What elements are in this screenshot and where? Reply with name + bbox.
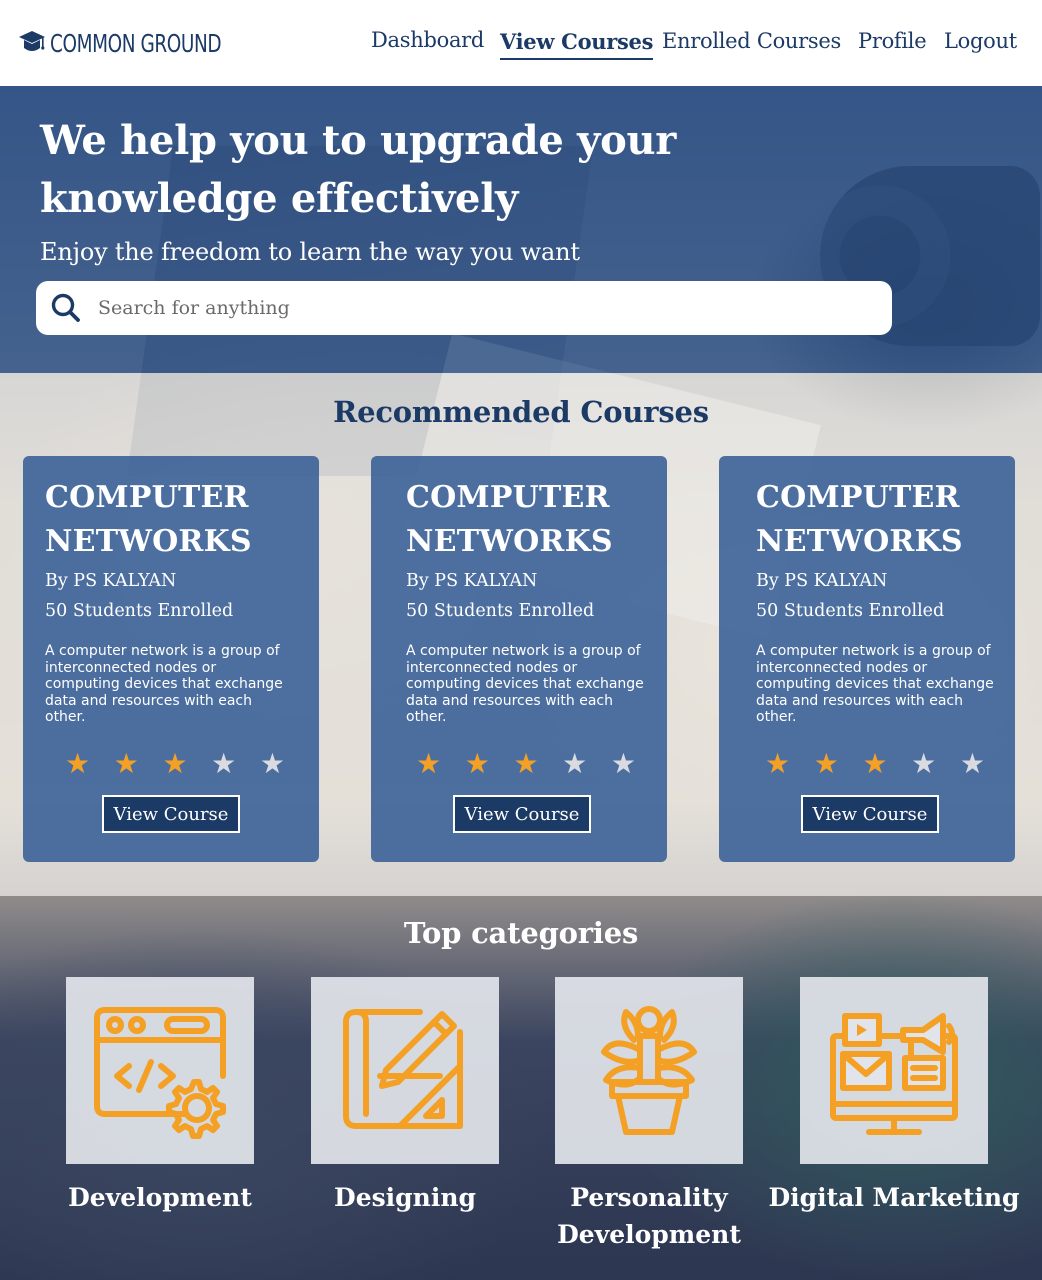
nav-view-courses[interactable]: View Courses <box>500 29 653 60</box>
star-filled-icon: ★ <box>162 747 188 780</box>
star-empty-icon: ★ <box>211 747 237 780</box>
course-enrolled-count: 50 Students Enrolled <box>756 601 945 621</box>
hero-title: We help you to upgrade your knowledge ef… <box>40 117 677 222</box>
star-empty-icon: ★ <box>610 747 636 780</box>
course-enrolled-count: 50 Students Enrolled <box>406 601 595 621</box>
category-digital-marketing[interactable]: Digital Marketing <box>768 977 1020 1212</box>
course-rating: ★ ★ ★ ★ ★ <box>65 744 285 784</box>
course-card: COMPUTER NETWORKS By PS KALYAN 50 Studen… <box>719 456 1015 862</box>
course-title: COMPUTER NETWORKS <box>406 480 613 559</box>
recommended-title: Recommended Courses <box>333 395 709 429</box>
star-filled-icon: ★ <box>513 747 539 780</box>
main-nav: Dashboard View Courses Enrolled Courses … <box>0 28 1042 62</box>
star-filled-icon: ★ <box>862 747 888 780</box>
course-description: A computer network is a group of interco… <box>756 643 994 726</box>
star-empty-icon: ★ <box>959 747 985 780</box>
nav-enrolled-courses[interactable]: Enrolled Courses <box>662 29 841 53</box>
hero-subtitle: Enjoy the freedom to learn the way you w… <box>40 238 580 266</box>
categories-title: Top categories <box>403 916 639 950</box>
digital-marketing-icon <box>830 1012 958 1135</box>
search-icon[interactable] <box>50 292 82 324</box>
course-rating: ★ ★ ★ ★ ★ <box>765 744 985 784</box>
view-course-button[interactable]: View Course <box>801 795 939 833</box>
category-tile[interactable] <box>311 977 499 1164</box>
person-plant-icon <box>601 1005 697 1135</box>
blueprint-pencil-icon <box>343 1008 463 1129</box>
view-course-button[interactable]: View Course <box>453 795 591 833</box>
nav-profile[interactable]: Profile <box>858 29 927 53</box>
category-tile[interactable] <box>800 977 988 1164</box>
star-filled-icon: ★ <box>65 747 91 780</box>
view-course-button[interactable]: View Course <box>102 795 240 833</box>
course-card: COMPUTER NETWORKS By PS KALYAN 50 Studen… <box>23 456 319 862</box>
recommended-courses-section: Recommended Courses COMPUTER NETWORKS By… <box>0 373 1042 896</box>
course-author: By PS KALYAN <box>756 571 888 591</box>
star-empty-icon: ★ <box>562 747 588 780</box>
course-author: By PS KALYAN <box>406 571 538 591</box>
star-filled-icon: ★ <box>813 747 839 780</box>
star-filled-icon: ★ <box>464 747 490 780</box>
star-filled-icon: ★ <box>113 747 139 780</box>
course-description: A computer network is a group of interco… <box>406 643 644 726</box>
search-bar[interactable] <box>36 281 892 335</box>
nav-dashboard[interactable]: Dashboard <box>371 28 484 52</box>
star-empty-icon: ★ <box>911 747 937 780</box>
code-settings-icon <box>94 1006 226 1139</box>
course-rating: ★ ★ ★ ★ ★ <box>416 744 636 784</box>
category-label: Digital Marketing <box>768 1183 1020 1212</box>
hero-banner: We help you to upgrade your knowledge ef… <box>0 86 1042 373</box>
search-input[interactable] <box>98 281 878 335</box>
category-development[interactable]: Development <box>66 977 254 1212</box>
course-title: COMPUTER NETWORKS <box>45 480 252 559</box>
category-designing[interactable]: Designing <box>311 977 499 1212</box>
course-title: COMPUTER NETWORKS <box>756 480 963 559</box>
course-author: By PS KALYAN <box>45 571 177 591</box>
category-tile[interactable] <box>555 977 743 1164</box>
course-card: COMPUTER NETWORKS By PS KALYAN 50 Studen… <box>371 456 667 862</box>
top-navbar: COMMON GROUND Dashboard View Courses Enr… <box>0 0 1042 86</box>
top-categories-section: Top categories Development Designing Per… <box>0 896 1042 1280</box>
star-empty-icon: ★ <box>259 747 285 780</box>
star-filled-icon: ★ <box>416 747 442 780</box>
star-filled-icon: ★ <box>765 747 791 780</box>
category-personality-development[interactable]: Personality Development <box>555 977 743 1249</box>
course-enrolled-count: 50 Students Enrolled <box>45 601 234 621</box>
nav-logout[interactable]: Logout <box>944 29 1017 53</box>
course-description: A computer network is a group of interco… <box>45 643 283 726</box>
category-tile[interactable] <box>66 977 254 1164</box>
